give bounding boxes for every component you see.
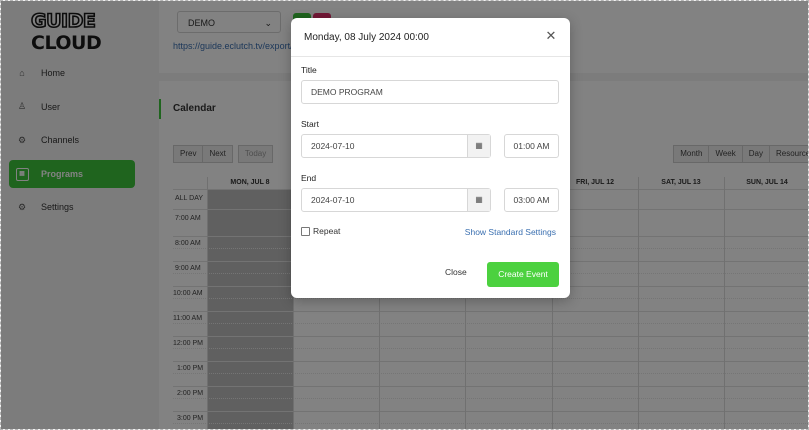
start-date-field[interactable]: 2024-07-10 ▦ bbox=[301, 134, 491, 158]
create-event-dialog: Monday, 08 July 2024 00:00 ✕ Title Start… bbox=[291, 18, 570, 298]
end-label: End bbox=[301, 173, 317, 183]
end-time-field[interactable]: 03:00 AM bbox=[504, 188, 559, 212]
repeat-label: Repeat bbox=[313, 226, 341, 236]
start-date-value: 2024-07-10 bbox=[311, 141, 355, 151]
repeat-toggle[interactable]: Repeat bbox=[301, 226, 340, 236]
start-time-field[interactable]: 01:00 AM bbox=[504, 134, 559, 158]
close-icon[interactable]: ✕ bbox=[544, 29, 558, 43]
calendar-picker-icon[interactable]: ▦ bbox=[467, 189, 490, 211]
create-event-button[interactable]: Create Event bbox=[487, 262, 559, 287]
end-date-value: 2024-07-10 bbox=[311, 195, 355, 205]
repeat-checkbox[interactable] bbox=[301, 226, 310, 236]
start-label: Start bbox=[301, 119, 319, 129]
close-button[interactable]: Close bbox=[445, 267, 467, 277]
show-standard-settings-link[interactable]: Show Standard Settings bbox=[465, 227, 556, 237]
dialog-title: Monday, 08 July 2024 00:00 bbox=[304, 32, 429, 43]
dialog-header: Monday, 08 July 2024 00:00 ✕ bbox=[291, 18, 570, 57]
calendar-picker-icon[interactable]: ▦ bbox=[467, 135, 490, 157]
app-window: GUIDECLOUD ⌂ Home ♙ User ⚙ Channels ▦ Pr… bbox=[0, 0, 809, 430]
title-input[interactable] bbox=[301, 80, 559, 104]
title-label: Title bbox=[301, 65, 317, 75]
end-date-field[interactable]: 2024-07-10 ▦ bbox=[301, 188, 491, 212]
